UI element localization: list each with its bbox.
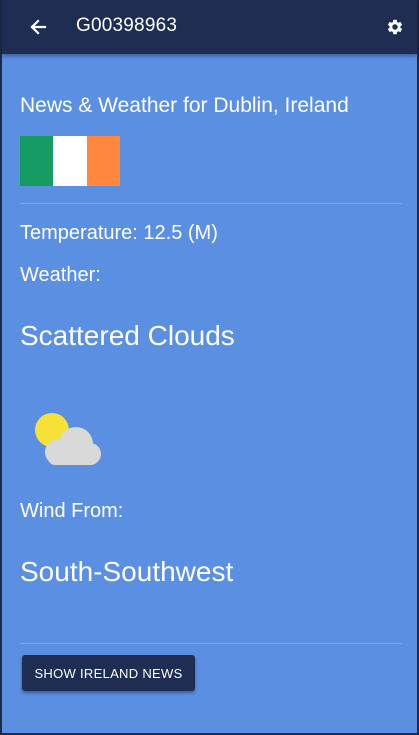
app-title: G00398963 <box>76 15 178 36</box>
weather-label: Weather: <box>20 264 101 286</box>
wind-value: South-Southwest <box>20 556 234 587</box>
divider-top <box>20 203 402 204</box>
settings-button[interactable] <box>383 15 407 39</box>
back-button[interactable] <box>24 13 52 41</box>
temperature-text: Temperature: 12.5 (M) <box>20 222 218 244</box>
gear-icon <box>387 19 403 35</box>
flag-stripe-green <box>20 136 54 186</box>
page-title: News & Weather for Dublin, Ireland <box>20 94 349 117</box>
sun-behind-cloud-icon <box>35 413 101 465</box>
app-screen: G00398963 News & Weather for Dublin, Ire… <box>0 0 419 735</box>
app-bar: G00398963 <box>2 0 417 54</box>
weather-value: Scattered Clouds <box>20 320 235 351</box>
wind-label: Wind From: <box>20 500 124 522</box>
show-news-button[interactable]: SHOW IRELAND NEWS <box>22 655 195 691</box>
divider-bottom <box>20 643 402 644</box>
flag-stripe-white <box>53 136 87 186</box>
flag-stripe-orange <box>86 136 120 186</box>
arrow-left-icon <box>30 19 47 35</box>
ireland-flag <box>20 136 120 186</box>
